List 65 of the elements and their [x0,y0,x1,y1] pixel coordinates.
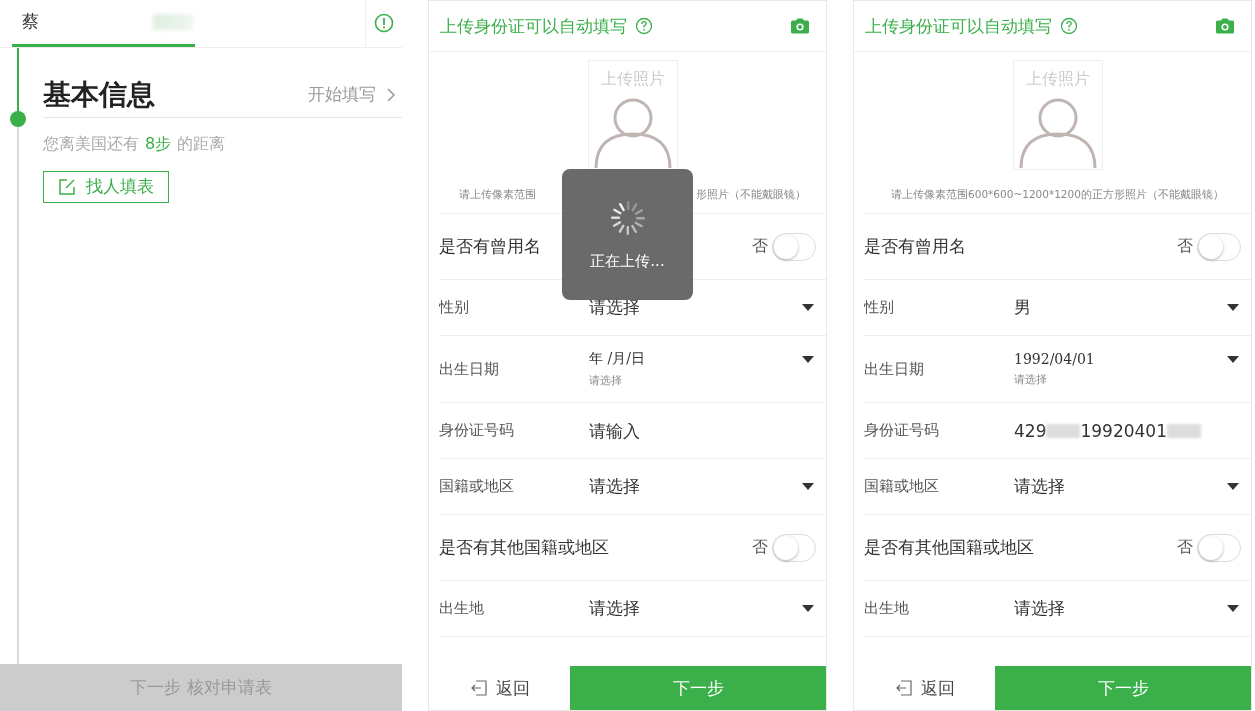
exit-icon [894,679,913,697]
date-field[interactable]: 1992/04/01 [1014,351,1241,367]
toggle-switch[interactable] [1197,533,1241,562]
toggle-label: 否 [752,236,768,257]
back-button[interactable]: 返回 [429,666,570,710]
field-label: 是否有曾用名 [864,235,966,258]
dropdown-icon [1227,605,1239,612]
id-number-part: 429 [1014,420,1047,441]
field-label: 是否有其他国籍或地区 [439,536,609,559]
dropdown-icon [1227,355,1239,363]
field-label: 国籍或地区 [439,477,515,496]
field-label: 出生地 [864,599,910,618]
step-count: 8步 [145,133,172,155]
camera-icon[interactable] [1215,18,1235,34]
field-label: 性别 [864,298,895,317]
field-label: 性别 [439,298,470,317]
dropdown-icon [802,304,814,311]
select-field[interactable]: 请选择 [1014,597,1241,620]
toggle-label: 否 [1177,236,1193,257]
toggle-label: 否 [752,537,768,558]
date-hint: 请选择 [1014,373,1048,387]
field-label: 身份证号码 [439,421,515,440]
date-hint: 请选择 [589,374,623,388]
info-icon[interactable] [374,13,394,34]
toggle-switch[interactable] [772,232,816,261]
section-title: 基本信息 [43,76,155,113]
edit-icon [58,177,76,196]
help-icon[interactable] [635,17,653,35]
select-field[interactable]: 请选择 [1014,475,1241,498]
loading-toast: 正在上传... [562,169,693,300]
field-label: 身份证号码 [864,421,940,440]
field-label: 国籍或地区 [864,477,940,496]
field-label: 出生日期 [439,359,500,379]
id-number-part: 19920401 [1080,420,1167,441]
dropdown-icon [802,483,814,490]
toggle-label: 否 [1177,537,1193,558]
select-field[interactable]: 请选择 [589,475,816,498]
dropdown-icon [802,605,814,612]
back-button[interactable]: 返回 [854,666,995,710]
field-label: 出生地 [439,599,485,618]
date-field[interactable]: 年 /月/日 [589,350,816,368]
dropdown-icon [1227,483,1239,490]
redaction-mark [1046,423,1081,438]
field-label: 是否有其他国籍或地区 [864,536,1034,559]
toggle-switch[interactable] [1197,232,1241,261]
dropdown-icon [802,355,814,363]
progress-text: 您离美国还有 [43,133,139,155]
exit-icon [469,679,488,697]
name-tab[interactable]: 蔡 [12,0,195,47]
toggle-switch[interactable] [772,533,816,562]
select-field[interactable]: 男 [1014,296,1241,319]
field-label: 是否有曾用名 [439,235,541,258]
progress-text: 的距离 [177,133,226,155]
photo-hint: 请上传像素范围600*600~1200*1200的正方形照片（不能戴眼镜） [891,188,1224,202]
redaction-mark [1167,423,1201,438]
field-label: 出生日期 [864,359,925,379]
upload-title: 上传身份证可以自动填写 [440,14,627,38]
chevron-icon [386,86,396,103]
camera-icon[interactable] [790,18,810,34]
photo-hint: 请上传像素范围 [459,188,536,202]
dropdown-icon [1227,304,1239,311]
upload-title: 上传身份证可以自动填写 [865,14,1052,38]
photo-hint: 形照片（不能戴眼镜） [696,188,806,202]
help-icon[interactable] [1060,17,1078,35]
select-field[interactable]: 请选择 [589,597,816,620]
